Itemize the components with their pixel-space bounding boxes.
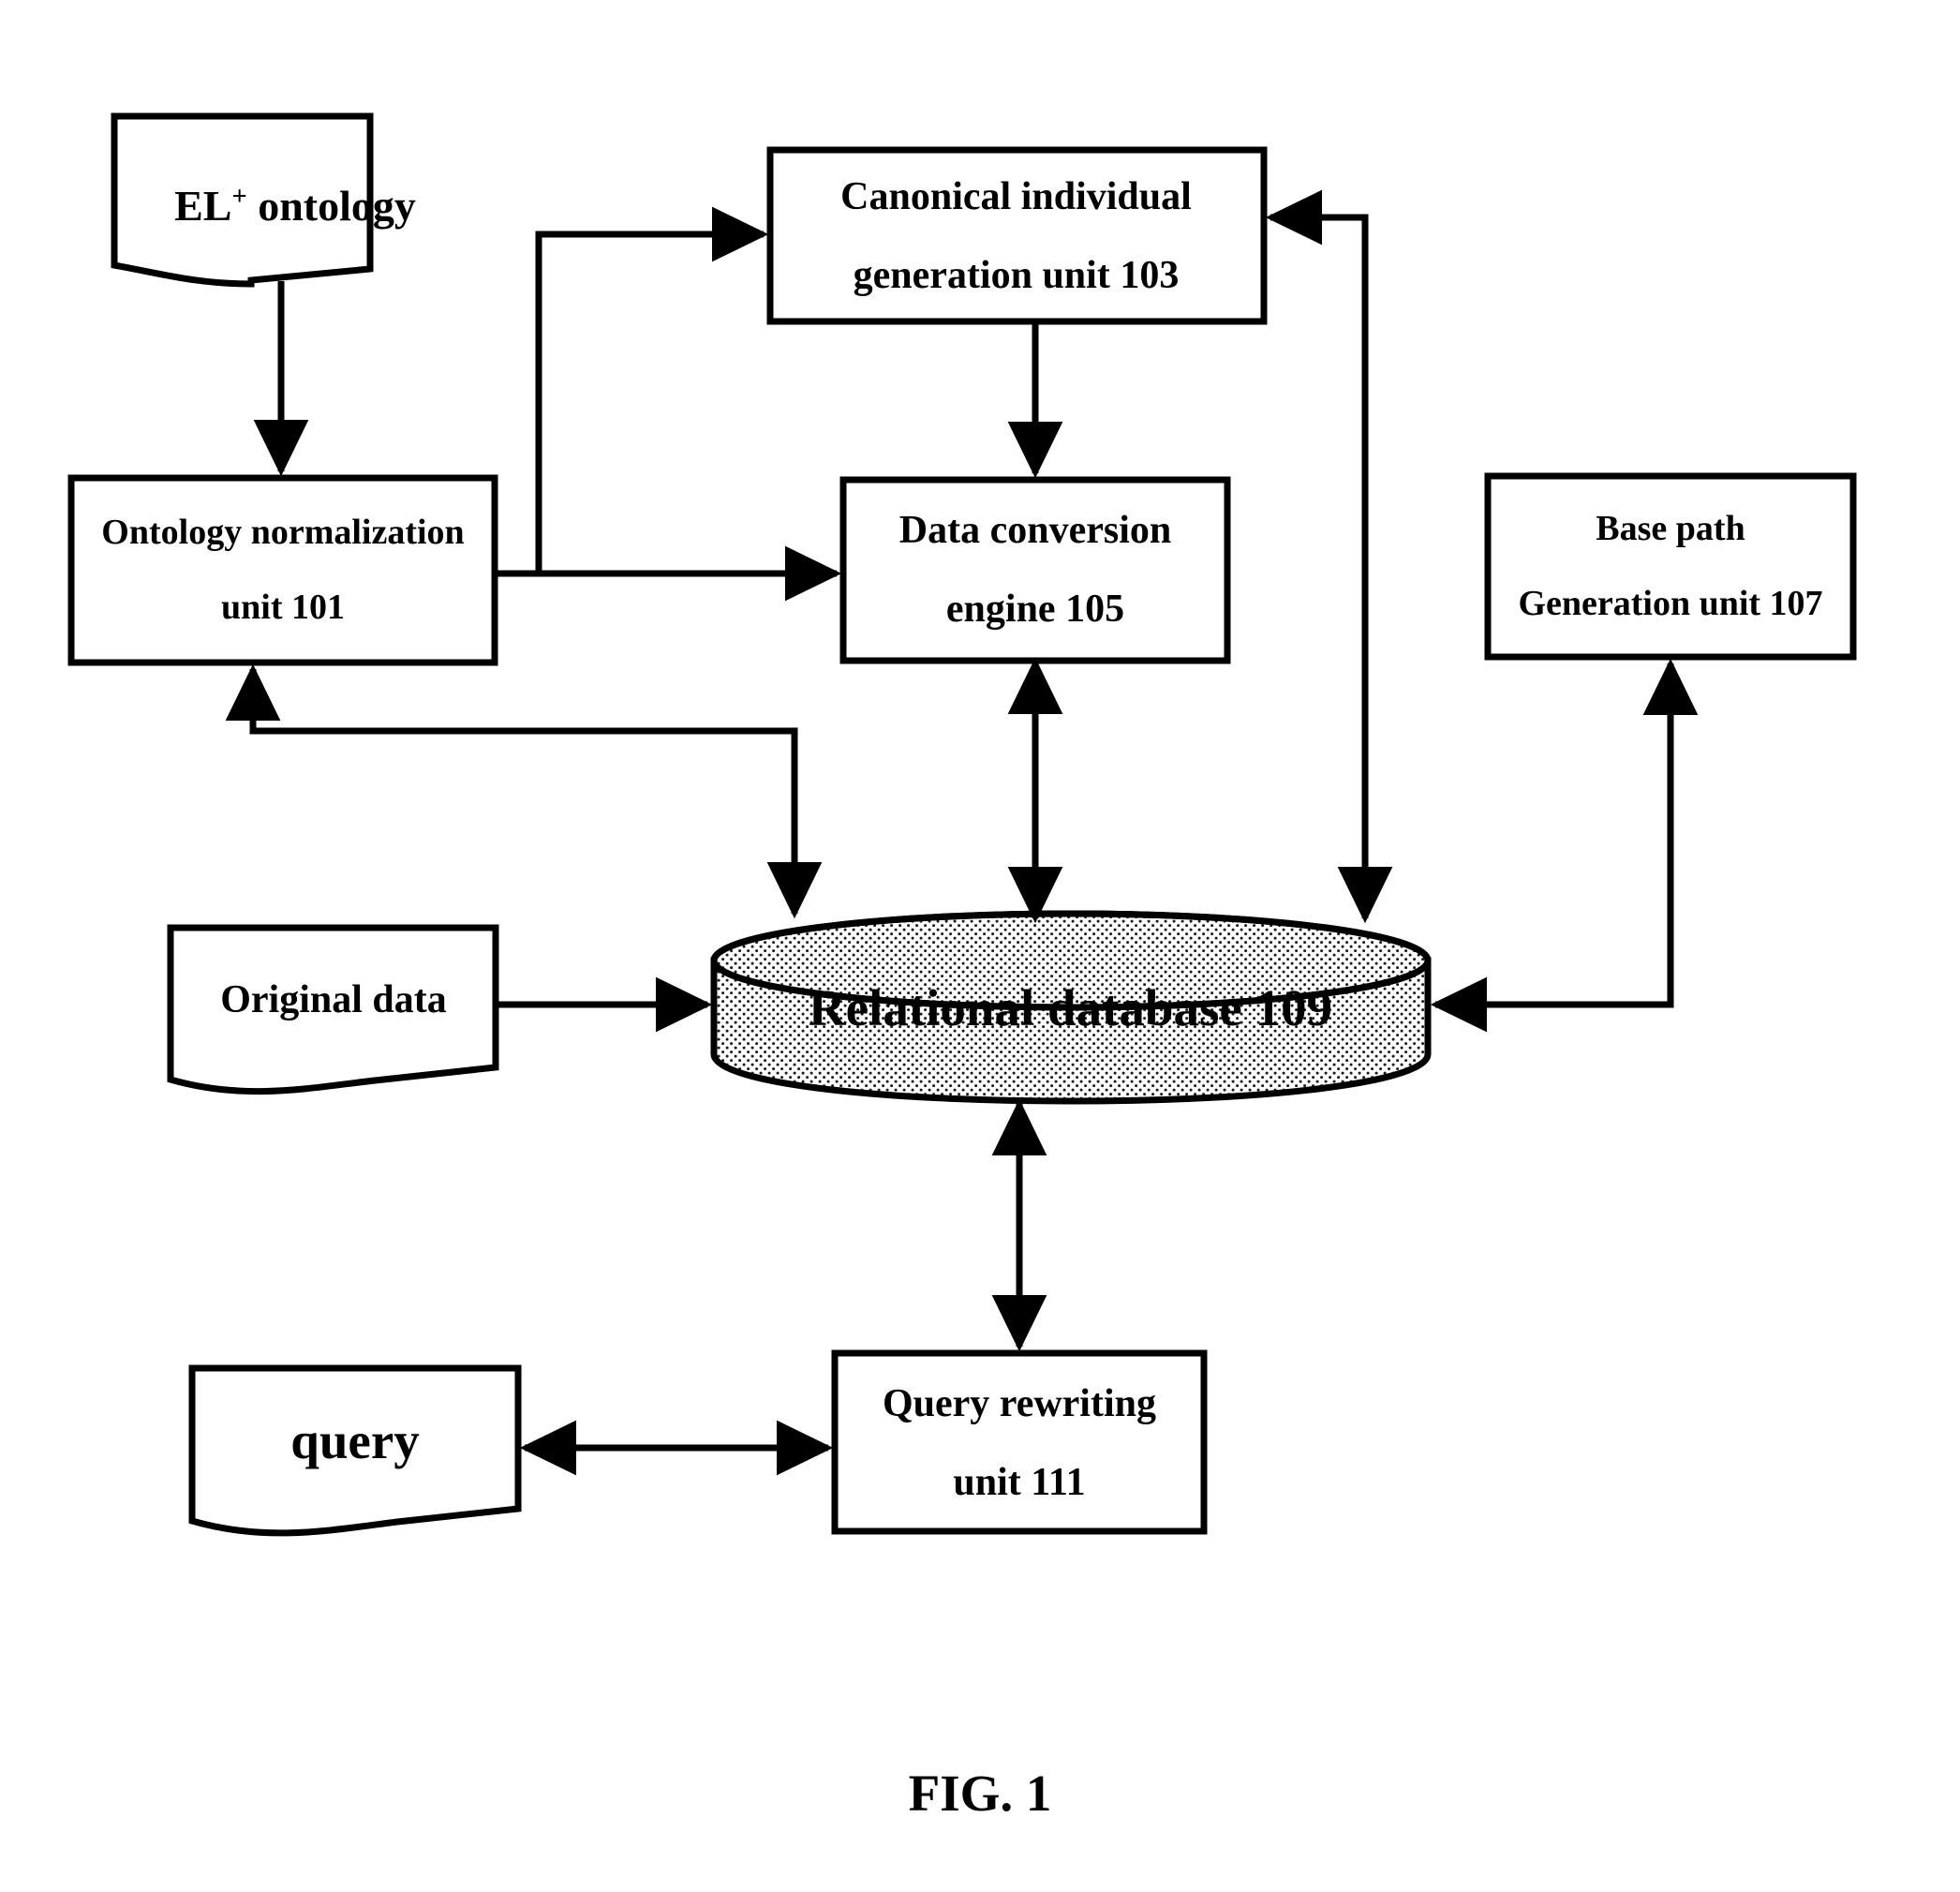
shape-base-path-generation [1484,472,1857,661]
connector-normalization-to-canonical [495,206,769,577]
shape-el-ontology [111,112,374,288]
shape-data-conversion [839,476,1231,664]
shape-canonical-generation [766,146,1268,325]
patent-figure-1: EL+ ontology Canonical individual genera… [0,0,1960,1892]
connector-database-to-canonical [1265,189,1393,924]
shape-original-data [167,924,499,1095]
connector-base-path-to-database [1430,658,1699,1033]
shape-relational-database [710,910,1432,1105]
shape-query [188,1364,522,1537]
connector-normalization-database [225,663,823,919]
shape-ontology-normalization [67,474,498,666]
diagram-canvas [67,112,1857,1537]
shape-query-rewriting [831,1349,1208,1535]
